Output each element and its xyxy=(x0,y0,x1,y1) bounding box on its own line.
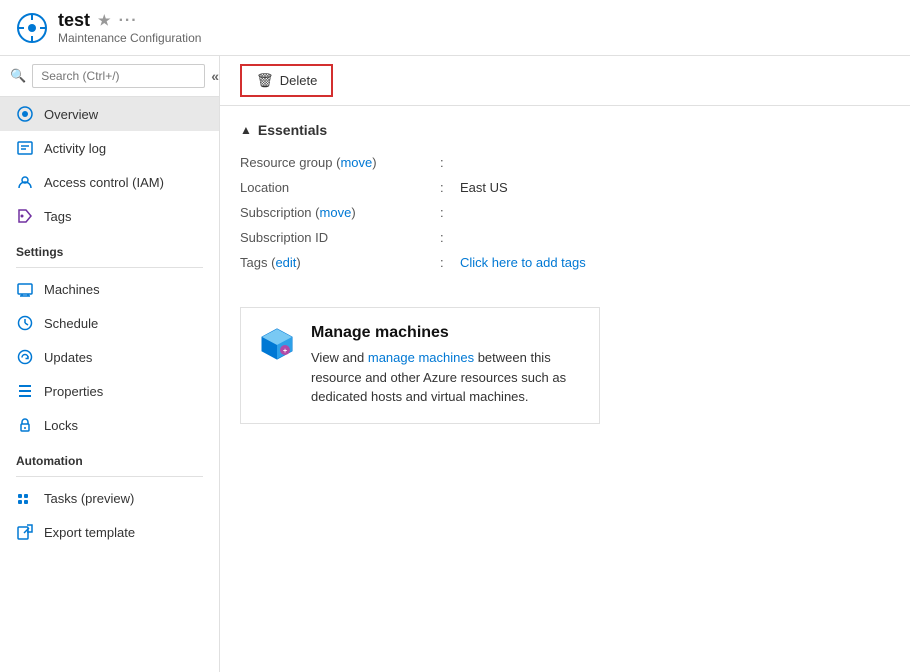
more-options[interactable]: ··· xyxy=(119,12,138,30)
trash-icon: 🗑 xyxy=(256,72,274,89)
sidebar-item-export[interactable]: Export template xyxy=(0,515,219,549)
field-separator: : xyxy=(440,250,460,275)
search-icon: 🔍 xyxy=(10,68,26,84)
sidebar-item-locks[interactable]: Locks xyxy=(0,408,219,442)
field-value: Click here to add tags xyxy=(460,250,890,275)
sidebar-item-activity-log[interactable]: Activity log xyxy=(0,131,219,165)
sidebar-item-access-control-label: Access control (IAM) xyxy=(44,175,164,190)
sidebar-item-updates-label: Updates xyxy=(44,350,92,365)
header-title-block: test ★ ··· Maintenance Configuration xyxy=(58,10,201,45)
sidebar-item-tasks[interactable]: Tasks (preview) xyxy=(0,481,219,515)
field-separator: : xyxy=(440,200,460,225)
sidebar-item-overview[interactable]: Overview xyxy=(0,97,219,131)
field-label: Tags (edit) xyxy=(240,250,440,275)
sidebar: 🔍 « Overview Activity log Access control… xyxy=(0,56,220,672)
activity-log-icon xyxy=(16,139,34,157)
sidebar-item-tags[interactable]: Tags xyxy=(0,199,219,233)
field-separator: : xyxy=(440,225,460,250)
manage-card-content: Manage machines View and manage machines… xyxy=(311,324,583,407)
essentials-table: Resource group (move) : Location : East … xyxy=(240,150,890,275)
essentials-section: ▲ Essentials Resource group (move) : Loc… xyxy=(220,106,910,291)
schedule-icon xyxy=(16,314,34,332)
sidebar-item-machines[interactable]: Machines xyxy=(0,272,219,306)
field-value xyxy=(460,150,890,175)
field-separator: : xyxy=(440,150,460,175)
properties-icon xyxy=(16,382,34,400)
tags-edit-link[interactable]: edit xyxy=(275,255,296,270)
sidebar-item-tasks-label: Tasks (preview) xyxy=(44,491,134,506)
sidebar-item-schedule[interactable]: Schedule xyxy=(0,306,219,340)
header: test ★ ··· Maintenance Configuration xyxy=(0,0,910,56)
toolbar: 🗑 Delete xyxy=(220,56,910,106)
sidebar-item-activity-log-label: Activity log xyxy=(44,141,106,156)
add-tags-link[interactable]: Click here to add tags xyxy=(460,255,586,270)
updates-icon xyxy=(16,348,34,366)
sidebar-item-overview-label: Overview xyxy=(44,107,98,122)
settings-section-header: Settings xyxy=(0,233,219,263)
svg-text:+: + xyxy=(283,348,287,355)
sidebar-item-updates[interactable]: Updates xyxy=(0,340,219,374)
table-row: Subscription ID : xyxy=(240,225,890,250)
app-icon xyxy=(16,12,48,44)
locks-icon xyxy=(16,416,34,434)
automation-section-header: Automation xyxy=(0,442,219,472)
search-bar: 🔍 « xyxy=(0,56,219,97)
field-label: Subscription (move) xyxy=(240,200,440,225)
field-label: Location xyxy=(240,175,440,200)
table-row: Subscription (move) : xyxy=(240,200,890,225)
sidebar-item-export-label: Export template xyxy=(44,525,135,540)
subscription-move-link[interactable]: move xyxy=(320,205,352,220)
table-row: Location : East US xyxy=(240,175,890,200)
sidebar-item-tags-label: Tags xyxy=(44,209,71,224)
content-area: 🗑 Delete ▲ Essentials Resource group (mo… xyxy=(220,56,910,672)
overview-icon xyxy=(16,105,34,123)
access-control-icon xyxy=(16,173,34,191)
search-input[interactable] xyxy=(32,64,205,88)
field-value xyxy=(460,225,890,250)
manage-card-title: Manage machines xyxy=(311,324,583,342)
export-icon xyxy=(16,523,34,541)
tasks-icon xyxy=(16,489,34,507)
delete-label: Delete xyxy=(280,73,318,88)
sidebar-item-access-control[interactable]: Access control (IAM) xyxy=(0,165,219,199)
field-separator: : xyxy=(440,175,460,200)
manage-machines-card: + Manage machines View and manage machin… xyxy=(240,307,600,424)
sidebar-item-locks-label: Locks xyxy=(44,418,78,433)
tags-icon xyxy=(16,207,34,225)
collapse-button[interactable]: « xyxy=(211,68,219,84)
field-label: Subscription ID xyxy=(240,225,440,250)
settings-divider xyxy=(16,267,203,268)
table-row: Resource group (move) : xyxy=(240,150,890,175)
resource-group-move-link[interactable]: move xyxy=(340,155,372,170)
resource-name: test xyxy=(58,10,90,31)
field-value: East US xyxy=(460,175,890,200)
essentials-chevron: ▲ xyxy=(240,123,252,137)
main-layout: 🔍 « Overview Activity log Access control… xyxy=(0,56,910,672)
resource-type: Maintenance Configuration xyxy=(58,31,201,45)
sidebar-item-properties[interactable]: Properties xyxy=(0,374,219,408)
sidebar-item-schedule-label: Schedule xyxy=(44,316,98,331)
manage-card-description: View and manage machines between this re… xyxy=(311,348,583,407)
field-value xyxy=(460,200,890,225)
sidebar-item-machines-label: Machines xyxy=(44,282,100,297)
manage-machines-icon: + xyxy=(257,324,297,364)
automation-divider xyxy=(16,476,203,477)
favorite-star[interactable]: ★ xyxy=(98,12,111,29)
table-row: Tags (edit) : Click here to add tags xyxy=(240,250,890,275)
header-title: test ★ ··· xyxy=(58,10,201,31)
field-label: Resource group (move) xyxy=(240,150,440,175)
essentials-header: ▲ Essentials xyxy=(240,122,890,138)
cards-row: + Manage machines View and manage machin… xyxy=(220,291,910,440)
delete-button[interactable]: 🗑 Delete xyxy=(240,64,333,97)
sidebar-item-properties-label: Properties xyxy=(44,384,103,399)
essentials-title: Essentials xyxy=(258,122,327,138)
machines-icon xyxy=(16,280,34,298)
